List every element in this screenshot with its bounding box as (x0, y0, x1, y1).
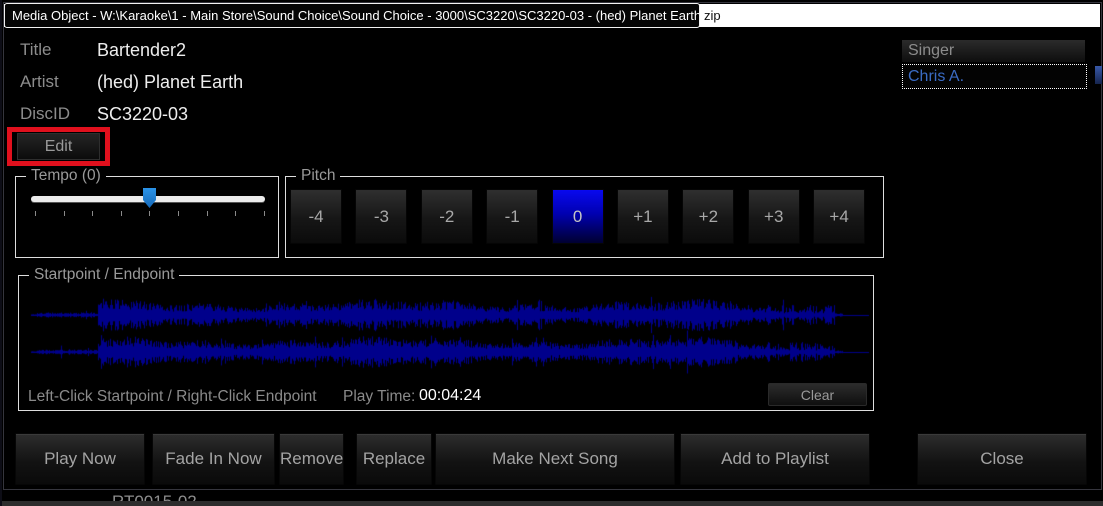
tempo-tick (207, 211, 208, 216)
tempo-tick (264, 211, 265, 216)
discid-label: DiscID (20, 104, 97, 125)
pitch-button-0[interactable]: 0 (552, 189, 604, 244)
background-window-strip (2, 501, 1103, 506)
replace-button[interactable]: Replace (356, 433, 432, 485)
tempo-tick (178, 211, 179, 216)
media-object-dialog: zip Media Object - W:\Karaoke\1 - Main S… (0, 0, 1103, 506)
add-to-playlist-button[interactable]: Add to Playlist (680, 433, 870, 485)
artist-row: Artist (hed) Planet Earth (20, 72, 243, 93)
startpoint-group-label: Startpoint / Endpoint (29, 266, 179, 284)
window-title-tail: zip (704, 4, 721, 27)
pitch-button-minus-1[interactable]: -1 (486, 189, 538, 244)
tempo-tick (149, 211, 150, 216)
edit-button[interactable]: Edit (17, 133, 100, 160)
play-now-button[interactable]: Play Now (15, 433, 145, 485)
pitch-button-minus-3[interactable]: -3 (355, 189, 407, 244)
pitch-buttons: -4-3 -2-1 0+1+2 +3+4 (290, 189, 865, 244)
discid-row: DiscID SC3220-03 (20, 104, 188, 125)
tempo-tick (64, 211, 65, 216)
window-title-path: Media Object - W:\Karaoke\1 - Main Store… (4, 3, 700, 28)
pitch-group: Pitch -4-3-2-10+1+2+3+4 (285, 176, 884, 258)
pitch-button-minus-4[interactable]: -4 (290, 189, 342, 244)
tempo-group: Tempo (0) (15, 176, 279, 258)
pitch-button-minus-2[interactable]: -2 (421, 189, 473, 244)
artist-label: Artist (20, 72, 97, 93)
title-row: Title Bartender2 (20, 40, 186, 61)
play-time-label: Play Time: (343, 388, 415, 406)
tempo-tick (35, 211, 36, 216)
title-value: Bartender2 (97, 40, 186, 61)
tempo-tick (92, 211, 93, 216)
pitch-button-plusminus-2[interactable]: +2 (682, 189, 734, 244)
singer-field[interactable]: Chris A. (902, 64, 1087, 89)
window-titlebar[interactable]: zip Media Object - W:\Karaoke\1 - Main S… (4, 4, 1100, 27)
startpoint-endpoint-group: Startpoint / Endpoint Left-Click Startpo… (18, 275, 874, 411)
tempo-tick (121, 211, 122, 216)
pitch-button-plusminus-4[interactable]: +4 (813, 189, 865, 244)
screen-edge-artifact (1095, 66, 1102, 84)
clear-button[interactable]: Clear (768, 383, 867, 406)
singer-value: Chris A. (908, 68, 964, 85)
remove-button[interactable]: Remove (279, 433, 344, 485)
singer-label: Singer (902, 40, 1085, 62)
artist-value: (hed) Planet Earth (97, 72, 243, 93)
tempo-group-label: Tempo (0) (26, 167, 106, 185)
play-time-value: 00:04:24 (419, 387, 481, 405)
discid-value: SC3220-03 (97, 104, 188, 125)
tempo-tick (235, 211, 236, 216)
make-next-song-button[interactable]: Make Next Song (435, 433, 675, 485)
waveform-display[interactable] (23, 284, 871, 384)
fade-in-now-button[interactable]: Fade In Now (152, 433, 275, 485)
waveform-hint: Left-Click Startpoint / Right-Click Endp… (28, 388, 317, 406)
title-label: Title (20, 40, 97, 61)
window-title-text: Media Object - W:\Karaoke\1 - Main Store… (12, 8, 700, 23)
close-button[interactable]: Close (917, 433, 1087, 485)
tempo-slider-thumb[interactable] (143, 188, 156, 208)
pitch-button-plusminus-3[interactable]: +3 (748, 189, 800, 244)
pitch-button-plusminus-1[interactable]: +1 (617, 189, 669, 244)
pitch-group-label: Pitch (296, 167, 340, 185)
